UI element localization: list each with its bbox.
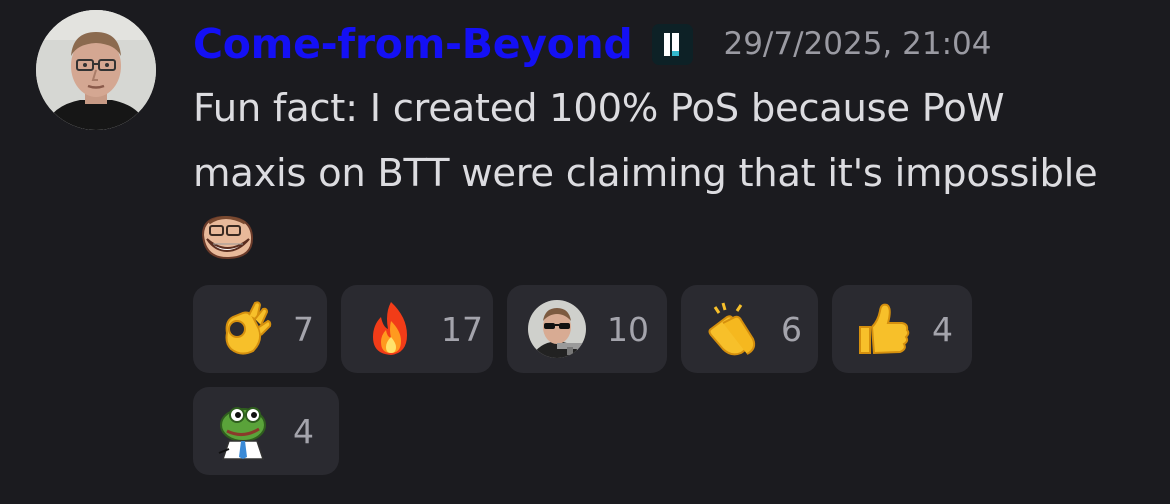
reaction-fire[interactable]: 17: [341, 285, 493, 373]
custom-pepe-frog-emoji: [218, 407, 266, 460]
reaction-count: 10: [607, 309, 649, 349]
thumbs-up-emoji: [859, 303, 910, 355]
reaction-custom-pepe[interactable]: 4: [193, 387, 339, 475]
clapping-hands-emoji: [708, 302, 756, 356]
message-header: Come-from-Beyond 29/7/2025, 21:04: [193, 14, 991, 74]
author-username[interactable]: Come-from-Beyond: [193, 20, 633, 68]
ok-hand-emoji: [225, 301, 272, 355]
reaction-count: 6: [781, 309, 802, 349]
message-text: Fun fact: I created 100% PoS because PoW…: [193, 86, 1098, 196]
message-timestamp[interactable]: 29/7/2025, 21:04: [723, 26, 991, 62]
avatar-image: [36, 10, 156, 130]
fire-emoji: [373, 302, 407, 355]
avatar[interactable]: [36, 10, 156, 130]
custom-sunglasses-face-emoji: [528, 300, 586, 358]
role-badge-icon[interactable]: [652, 23, 694, 65]
reaction-count: 4: [293, 411, 314, 451]
reaction-thumbs-up[interactable]: 4: [832, 285, 972, 373]
message-content: Fun fact: I created 100% PoS because PoW…: [193, 76, 1113, 271]
reaction-count: 17: [441, 309, 483, 349]
trollface-emoji: [199, 213, 255, 261]
reaction-custom-sunglasses[interactable]: 10: [507, 285, 667, 373]
reaction-count: 7: [293, 309, 314, 349]
reaction-ok-hand[interactable]: 7: [193, 285, 327, 373]
reactions-bar: 7 17 10 6 4 4: [193, 285, 993, 475]
reaction-count: 4: [932, 309, 953, 349]
role-badge-glyph: [664, 32, 680, 56]
chat-message: Come-from-Beyond 29/7/2025, 21:04 Fun fa…: [0, 0, 1170, 504]
reaction-clapping-hands[interactable]: 6: [681, 285, 818, 373]
